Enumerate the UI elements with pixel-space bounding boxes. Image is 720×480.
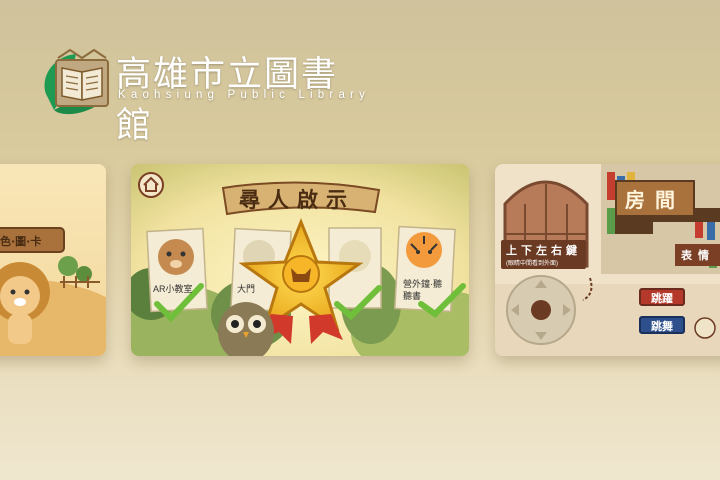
coloring-scene — [0, 164, 106, 356]
library-logo: 高雄市立圖書館 Kaohsiung Public Library — [40, 46, 371, 146]
poster-label-2: 大門 — [237, 284, 256, 294]
coloring-sign: 色·圖·卡 — [0, 235, 42, 248]
expression-sign: 表情 — [675, 244, 720, 266]
poster-label-1: AR小教室 — [153, 284, 193, 294]
library-name-english: Kaohsiung Public Library — [118, 89, 371, 101]
game-card-coloring[interactable]: 色·圖·卡 — [0, 164, 106, 356]
room-title: 房間 — [615, 180, 695, 217]
dpad-hint-subtext: (眼睛中間看到外面) — [506, 261, 558, 267]
home-icon — [143, 176, 159, 192]
game-card-missing-person[interactable]: 尋人啟示 AR小教室 大門 營外鐘·聽聽書 — [131, 164, 469, 356]
dpad-hint-sign: 上下左右鍵 (眼睛中間看到外面) — [501, 240, 586, 269]
leaf-book-icon — [44, 48, 109, 115]
game-card-room[interactable]: 房間 上下左右鍵 (眼睛中間看到外面) 表情 跳躍 跳舞 — [495, 164, 720, 356]
poster-label-3: 營外鐘·聽聽書 — [403, 279, 442, 301]
dance-button[interactable]: 跳舞 — [639, 316, 685, 334]
home-button[interactable] — [138, 172, 164, 198]
game-title: 尋人啟示 — [239, 188, 355, 212]
jump-button[interactable]: 跳躍 — [639, 288, 685, 306]
dpad-hint-text: 上下左右鍵 — [506, 245, 581, 257]
